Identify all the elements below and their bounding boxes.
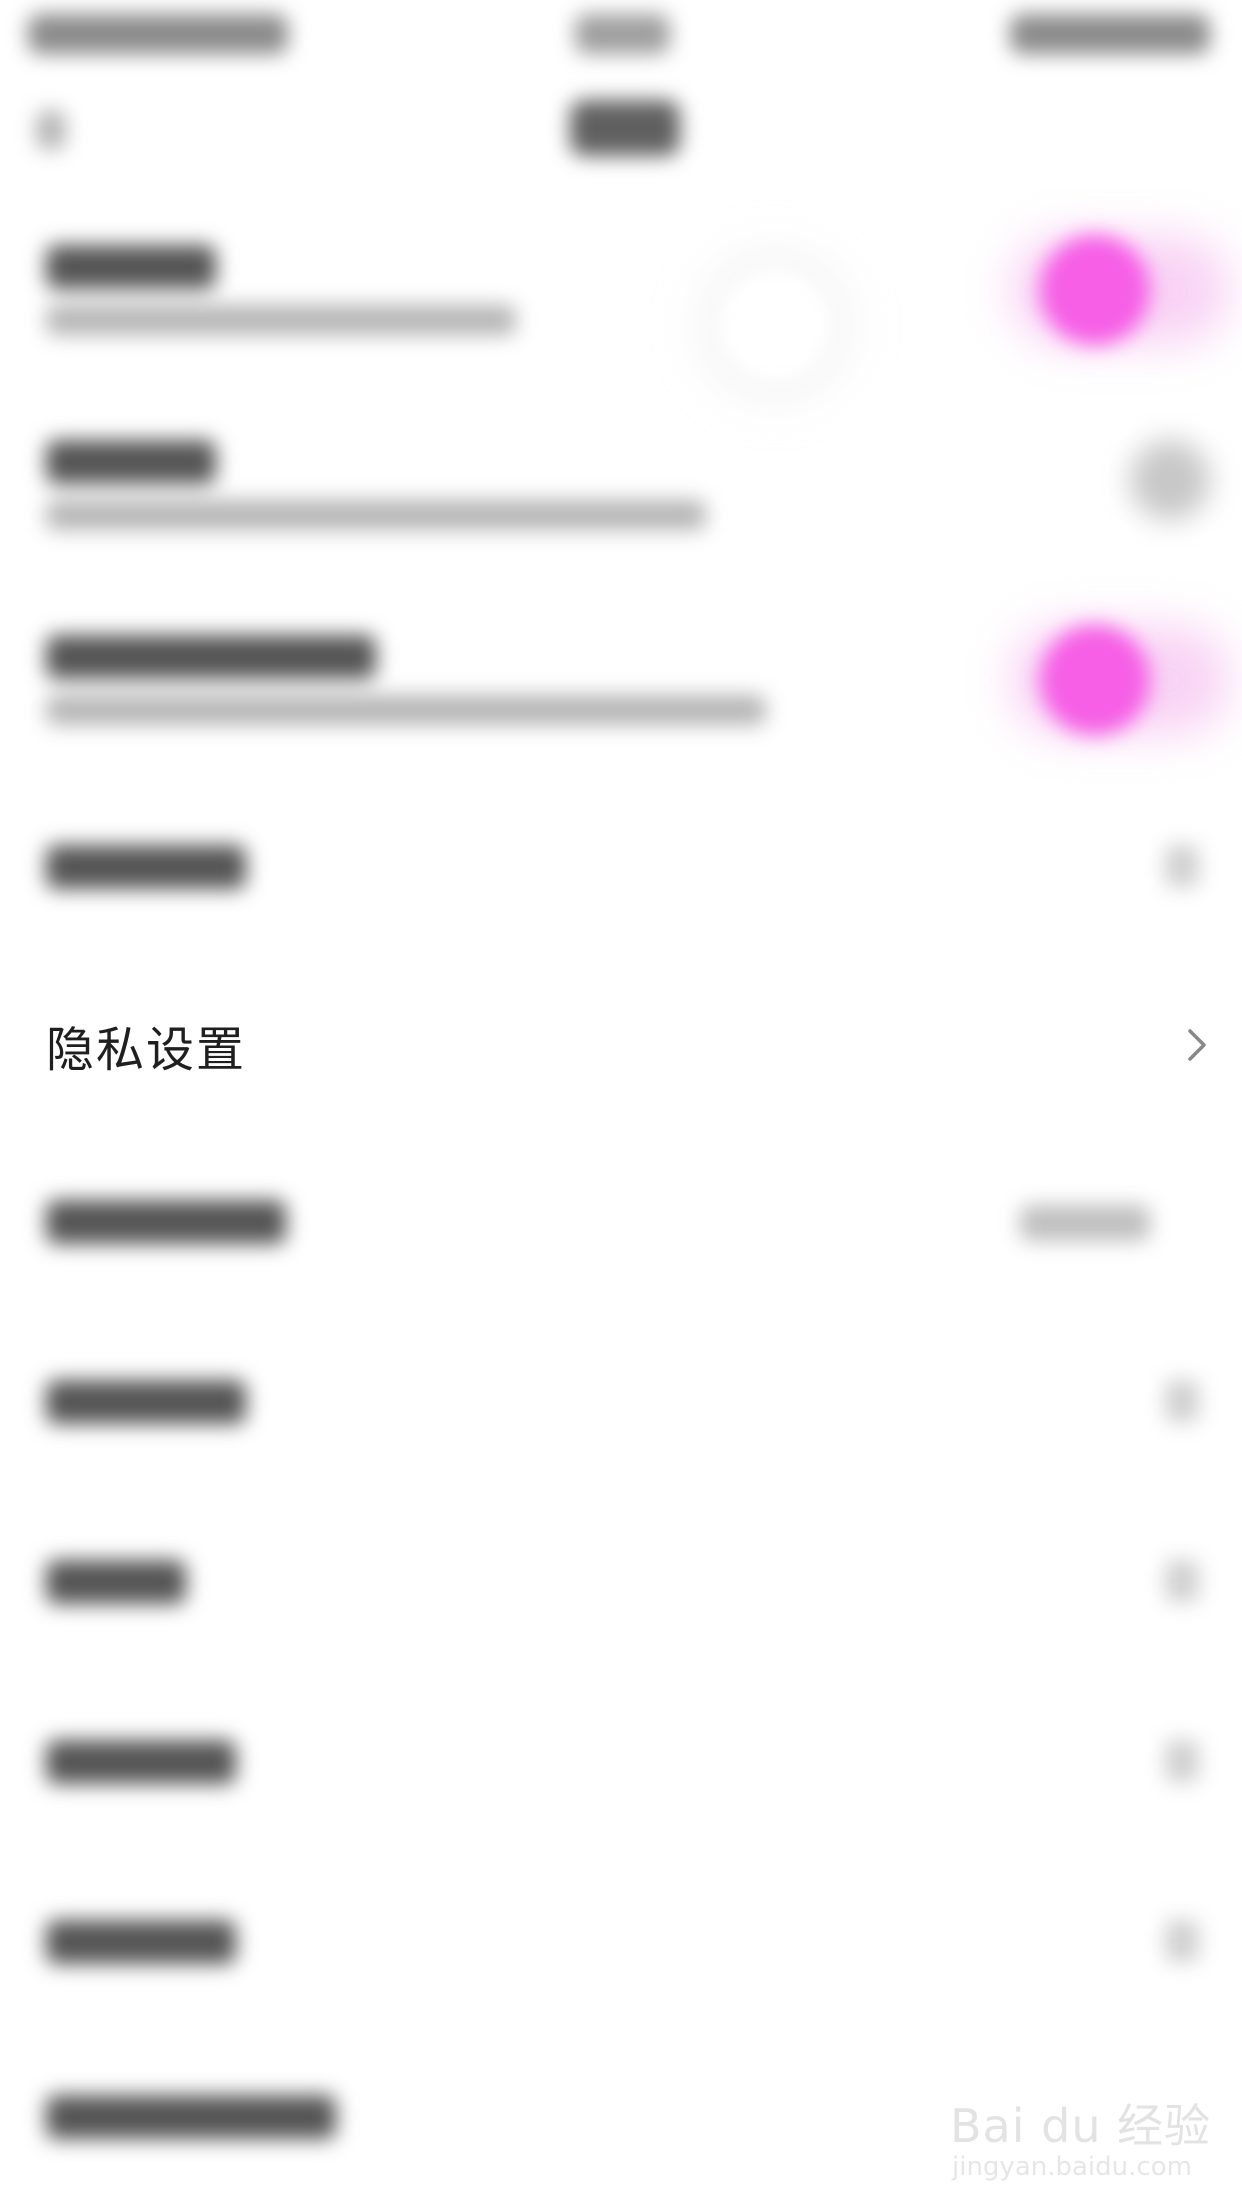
- chevron-right-icon: [1165, 1740, 1199, 1782]
- baidu-jingyan-watermark: Bai du 经验 jingyan.baidu.com: [950, 2070, 1210, 2188]
- back-arrow-icon[interactable]: [36, 110, 66, 150]
- chevron-right-icon: [1165, 845, 1199, 887]
- setting-row-3-description: [46, 695, 766, 725]
- setting-row-1-title: [46, 245, 216, 289]
- setting-row-9-title: [46, 1740, 236, 1784]
- setting-row-3-toggle[interactable]: [1040, 625, 1150, 735]
- chevron-right-icon: [1188, 1029, 1206, 1061]
- setting-row-8-title: [46, 1560, 186, 1604]
- chevron-right-icon: [1165, 1560, 1199, 1602]
- setting-row-3-title: [46, 635, 376, 679]
- privacy-settings-row[interactable]: 隐私设置: [0, 985, 1242, 1105]
- setting-row-6-value: [1020, 1205, 1150, 1241]
- setting-row-2-toggle[interactable]: [1130, 440, 1210, 520]
- setting-row-10-title: [46, 1920, 236, 1964]
- page-title: [570, 100, 680, 156]
- background-glow: [720, 270, 830, 380]
- status-bar-left: [28, 14, 288, 54]
- setting-row-7-title: [46, 1380, 246, 1424]
- setting-row-1-toggle[interactable]: [1040, 235, 1150, 345]
- setting-row-2-title: [46, 440, 216, 484]
- privacy-settings-label: 隐私设置: [46, 1022, 247, 1078]
- status-bar-time: [575, 14, 670, 54]
- status-bar-right-icons: [1010, 14, 1210, 54]
- watermark-url: jingyan.baidu.com: [952, 2152, 1192, 2182]
- chevron-right-icon: [1165, 1920, 1199, 1962]
- setting-row-1-description: [46, 305, 516, 335]
- setting-row-11-title: [46, 2095, 336, 2139]
- setting-row-6-title: [46, 1200, 286, 1244]
- setting-row-4-title: [46, 845, 246, 889]
- chevron-right-icon: [1165, 1380, 1199, 1422]
- watermark-logo-text: Bai du 经验: [950, 2099, 1212, 2153]
- setting-row-2-description: [46, 500, 706, 530]
